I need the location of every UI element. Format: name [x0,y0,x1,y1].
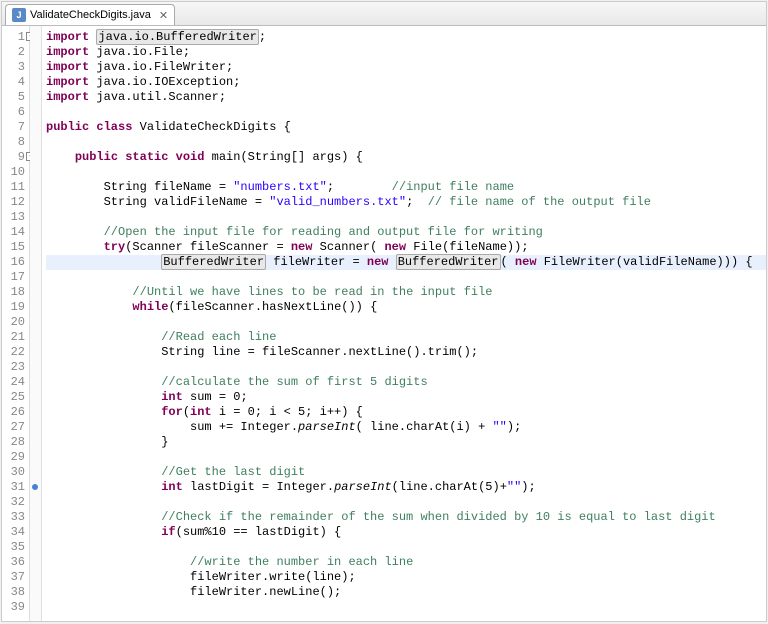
editor-container: J ValidateCheckDigits.java ✕ 1-23456789-… [1,1,767,622]
code-line[interactable]: String fileName = "numbers.txt"; //input… [46,180,766,195]
code-text-area[interactable]: import java.io.BufferedWriter;import jav… [42,26,766,621]
code-line[interactable]: import java.io.File; [46,45,766,60]
code-line[interactable]: if(sum%10 == lastDigit) { [46,525,766,540]
line-number: 24 [2,375,25,390]
line-number-gutter: 1-23456789-10111213141516171819202122232… [2,26,30,621]
line-number: 30 [2,465,25,480]
code-line[interactable]: //Until we have lines to be read in the … [46,285,766,300]
code-line[interactable]: //Get the last digit [46,465,766,480]
code-line[interactable]: int sum = 0; [46,390,766,405]
code-line[interactable] [46,495,766,510]
line-number: 33 [2,510,25,525]
line-number: 27 [2,420,25,435]
line-number: 2 [2,45,25,60]
line-number: 5 [2,90,25,105]
code-line[interactable]: import java.io.IOException; [46,75,766,90]
code-line[interactable] [46,360,766,375]
line-number: 22 [2,345,25,360]
code-line[interactable]: //Check if the remainder of the sum when… [46,510,766,525]
file-tab[interactable]: J ValidateCheckDigits.java ✕ [5,4,175,25]
code-line[interactable] [46,105,766,120]
line-number: 28 [2,435,25,450]
code-line[interactable] [46,135,766,150]
close-icon[interactable]: ✕ [155,9,168,22]
code-line[interactable]: while(fileScanner.hasNextLine()) { [46,300,766,315]
marker-ruler [30,26,42,621]
line-number: 39 [2,600,25,615]
line-number: 20 [2,315,25,330]
line-number: 13 [2,210,25,225]
tab-bar: J ValidateCheckDigits.java ✕ [2,2,766,26]
line-number: 8 [2,135,25,150]
line-number: 19 [2,300,25,315]
line-number: 35 [2,540,25,555]
code-area: 1-23456789-10111213141516171819202122232… [2,26,766,621]
line-number: 29 [2,450,25,465]
code-line[interactable]: try(Scanner fileScanner = new Scanner( n… [46,240,766,255]
code-line[interactable] [46,165,766,180]
code-line[interactable] [46,315,766,330]
code-line[interactable]: fileWriter.write(line); [46,570,766,585]
line-number: 37 [2,570,25,585]
code-line[interactable]: //Open the input file for reading and ou… [46,225,766,240]
code-line[interactable]: } [46,435,766,450]
code-line[interactable]: int lastDigit = Integer.parseInt(line.ch… [46,480,766,495]
line-number: 25 [2,390,25,405]
line-number: 4 [2,75,25,90]
code-line[interactable]: import java.io.FileWriter; [46,60,766,75]
line-number: 17 [2,270,25,285]
marker-icon[interactable] [32,484,38,490]
line-number: 21 [2,330,25,345]
code-line[interactable]: sum += Integer.parseInt( line.charAt(i) … [46,420,766,435]
line-number: 15 [2,240,25,255]
line-number: 23 [2,360,25,375]
line-number: 1- [2,30,25,45]
line-number: 10 [2,165,25,180]
line-number: 16 [2,255,25,270]
code-line[interactable] [46,210,766,225]
code-line[interactable]: String line = fileScanner.nextLine().tri… [46,345,766,360]
code-line[interactable]: //calculate the sum of first 5 digits [46,375,766,390]
line-number: 36 [2,555,25,570]
code-line[interactable]: fileWriter.newLine(); [46,585,766,600]
java-file-icon: J [12,8,26,22]
line-number: 9- [2,150,25,165]
code-line[interactable]: //write the number in each line [46,555,766,570]
line-number: 31 [2,480,25,495]
code-line[interactable]: import java.util.Scanner; [46,90,766,105]
code-line[interactable]: BufferedWriter fileWriter = new Buffered… [46,255,766,270]
line-number: 18 [2,285,25,300]
line-number: 34 [2,525,25,540]
line-number: 12 [2,195,25,210]
code-line[interactable]: String validFileName = "valid_numbers.tx… [46,195,766,210]
line-number: 7 [2,120,25,135]
code-line[interactable]: for(int i = 0; i < 5; i++) { [46,405,766,420]
tab-title: ValidateCheckDigits.java [30,9,151,21]
code-line[interactable]: import java.io.BufferedWriter; [46,30,766,45]
line-number: 3 [2,60,25,75]
code-line[interactable]: //Read each line [46,330,766,345]
code-line[interactable] [46,600,766,615]
code-line[interactable]: public class ValidateCheckDigits { [46,120,766,135]
code-line[interactable] [46,540,766,555]
line-number: 11 [2,180,25,195]
line-number: 32 [2,495,25,510]
line-number: 26 [2,405,25,420]
code-line[interactable] [46,450,766,465]
line-number: 38 [2,585,25,600]
line-number: 6 [2,105,25,120]
code-line[interactable]: public static void main(String[] args) { [46,150,766,165]
code-line[interactable] [46,270,766,285]
line-number: 14 [2,225,25,240]
